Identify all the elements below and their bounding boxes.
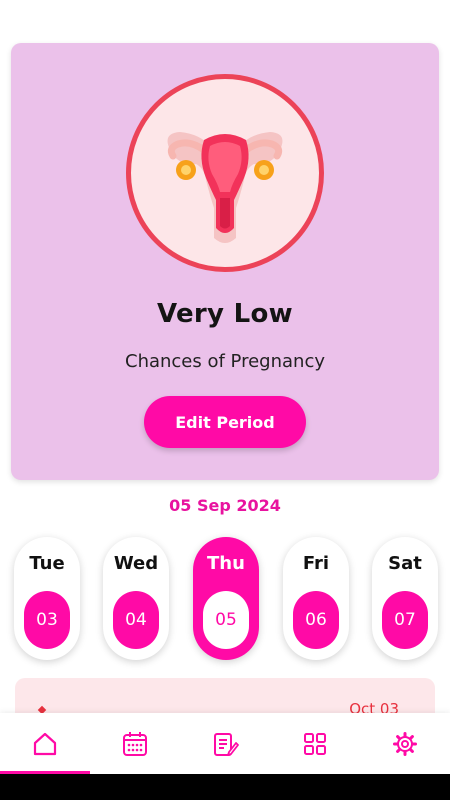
notes-edit-icon xyxy=(214,732,239,756)
day-thu-selected[interactable]: Thu 05 xyxy=(193,537,259,660)
day-tue[interactable]: Tue 03 xyxy=(14,537,80,660)
gear-icon xyxy=(393,731,417,756)
nav-home[interactable] xyxy=(0,713,90,774)
uterus-illustration xyxy=(126,74,324,272)
nav-notes[interactable] xyxy=(180,713,270,774)
day-number: 07 xyxy=(382,591,428,649)
pregnancy-chance-level: Very Low xyxy=(156,299,293,329)
day-fri[interactable]: Fri 06 xyxy=(283,537,349,660)
day-wed[interactable]: Wed 04 xyxy=(103,537,169,660)
day-number: 06 xyxy=(293,591,339,649)
day-sat[interactable]: Sat 07 xyxy=(372,537,438,660)
nav-grid[interactable] xyxy=(270,713,360,774)
day-name: Sat xyxy=(388,553,422,574)
uterus-icon xyxy=(167,132,283,243)
selected-date: 05 Sep 2024 xyxy=(169,496,281,515)
day-name: Tue xyxy=(29,553,65,574)
pregnancy-chance-card: Very Low Chances of Pregnancy Edit Perio… xyxy=(11,43,439,480)
pregnancy-chance-caption: Chances of Pregnancy xyxy=(125,351,325,372)
day-number: 04 xyxy=(113,591,159,649)
nav-settings[interactable] xyxy=(360,713,450,774)
edit-period-button[interactable]: Edit Period xyxy=(144,396,306,448)
day-name: Fri xyxy=(302,553,330,574)
system-navigation-bar xyxy=(0,774,450,800)
bottom-navigation xyxy=(0,713,450,774)
day-name: Wed xyxy=(113,553,159,574)
grid-icon xyxy=(304,732,326,755)
nav-calendar[interactable] xyxy=(90,713,180,774)
day-number: 05 xyxy=(203,591,249,649)
home-icon xyxy=(33,732,57,755)
day-number: 03 xyxy=(24,591,70,649)
calendar-icon xyxy=(123,731,147,756)
day-name: Thu xyxy=(207,553,245,574)
